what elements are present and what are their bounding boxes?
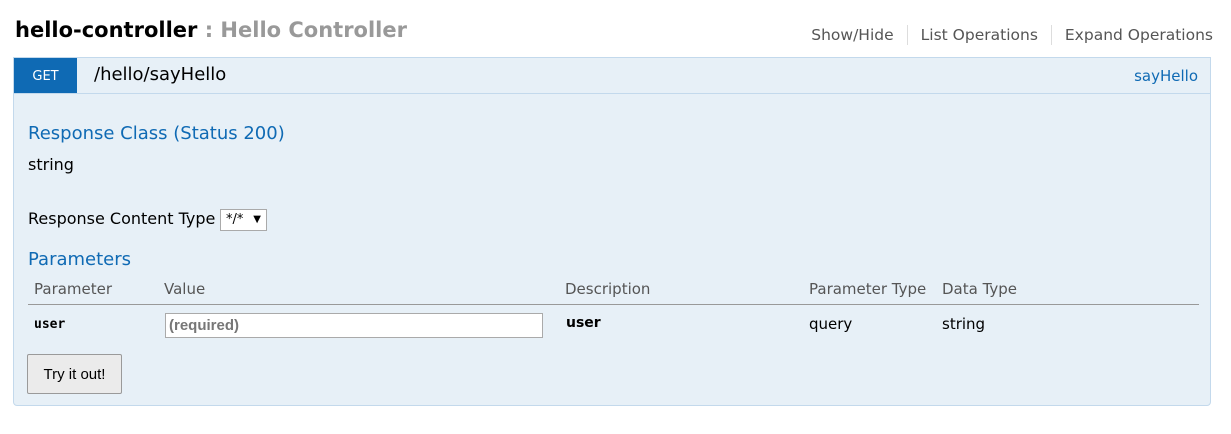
resource-header: hello-controller : Hello Controller Show… [15,14,1213,50]
resource-description: Hello Controller [220,18,407,42]
operation-nickname-link[interactable]: sayHello [1134,67,1198,85]
response-class-title: Response Class (Status 200) [28,123,285,144]
operation-path[interactable]: /hello/sayHello [94,64,226,85]
operation-panel: GET /hello/sayHello sayHello Response Cl… [13,57,1211,406]
response-content-type-label: Response Content Type [28,209,216,228]
param-type: query [809,315,853,333]
column-header-parameter: Parameter [34,280,113,298]
column-header-description: Description [565,280,651,298]
column-header-value: Value [164,280,206,298]
column-header-data-type: Data Type [942,280,1018,298]
response-content-type-select[interactable]: */* ▼ [220,209,267,231]
param-value-input[interactable] [165,313,543,338]
param-description: user [566,315,601,331]
dropdown-arrow-icon: ▼ [253,214,261,225]
table-divider [28,304,1199,305]
parameters-title: Parameters [28,249,132,270]
column-header-parameter-type: Parameter Type [809,280,927,298]
param-name: user [34,317,66,332]
resource-title[interactable]: hello-controller : Hello Controller [15,18,407,42]
list-operations-link[interactable]: List Operations [906,25,1051,45]
show-hide-link[interactable]: Show/Hide [798,25,906,45]
param-data-type: string [942,315,986,333]
select-value: */* [226,212,244,227]
operation-heading[interactable]: GET /hello/sayHello sayHello [14,58,1210,94]
resource-operations-menu: Show/Hide List Operations Expand Operati… [798,25,1213,45]
try-it-out-button[interactable]: Try it out! [27,354,122,394]
resource-name[interactable]: hello-controller [15,18,197,42]
http-method-badge[interactable]: GET [14,58,77,93]
expand-operations-link[interactable]: Expand Operations [1050,25,1213,45]
response-class-value: string [28,155,74,174]
resource-separator: : [197,18,221,42]
